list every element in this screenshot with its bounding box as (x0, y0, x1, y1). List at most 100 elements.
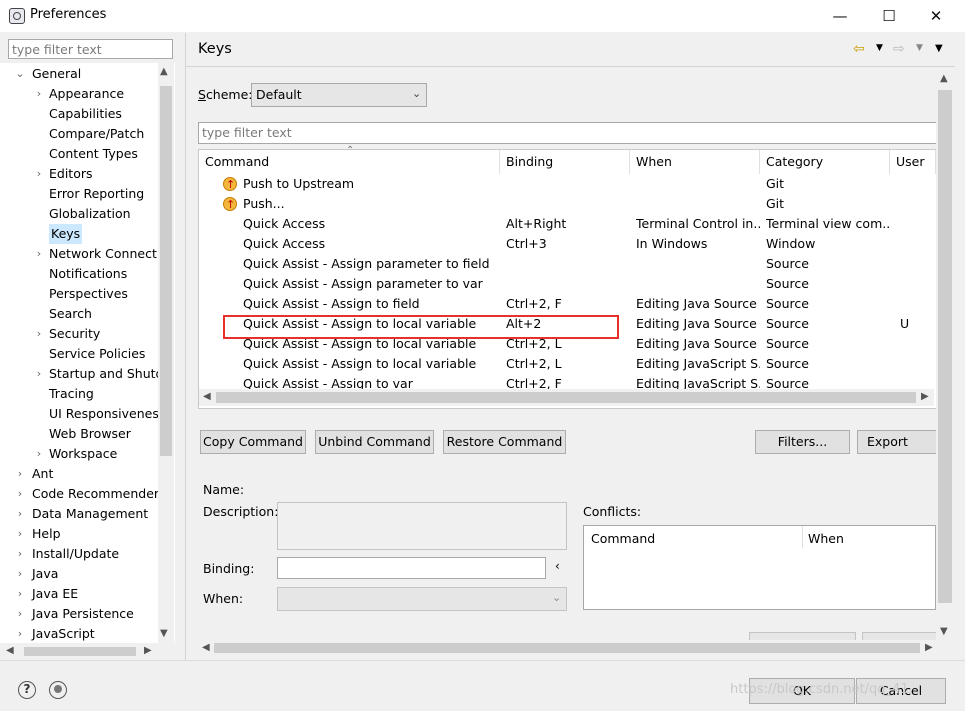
column-header-user[interactable]: User (890, 150, 936, 174)
tree-item[interactable]: Workspace (49, 444, 117, 464)
tree-item[interactable]: Keys (49, 224, 83, 244)
binding-input[interactable] (277, 557, 546, 579)
table-scroll-right-icon[interactable]: ▶ (921, 391, 929, 402)
table-row[interactable]: Quick Access Ctrl+3 In Windows Window (199, 234, 936, 254)
back-arrow-icon[interactable]: ⇦ (853, 41, 865, 57)
collapse-arrow-icon[interactable]: › (33, 84, 45, 104)
tree-item[interactable]: Content Types (49, 144, 138, 164)
unbind-command-button[interactable]: Unbind Command (315, 430, 434, 454)
collapse-arrow-icon[interactable]: › (33, 324, 45, 344)
table-row[interactable]: Quick Access Alt+Right Terminal Control in… (199, 214, 936, 234)
tree-item[interactable]: UI Responsivenes (49, 404, 159, 424)
collapse-arrow-icon[interactable]: › (14, 484, 26, 504)
tree-item[interactable]: Compare/Patch (49, 124, 144, 144)
copy-command-button[interactable]: Copy Command (200, 430, 306, 454)
tree-item[interactable]: Network Connecti (49, 244, 160, 264)
page-hscroll-thumb[interactable] (214, 643, 920, 653)
maximize-button[interactable]: ☐ (879, 6, 899, 26)
column-header-when[interactable]: When (630, 150, 760, 174)
collapse-arrow-icon[interactable]: › (33, 164, 45, 184)
tree-item[interactable]: Ant (32, 464, 53, 484)
collapse-arrow-icon[interactable]: › (33, 244, 45, 264)
page-vscroll-thumb[interactable] (938, 90, 952, 603)
cell-category: Source (766, 256, 809, 271)
chevron-down-icon: ⌄ (552, 591, 562, 604)
tree-item[interactable]: JavaScript (32, 624, 95, 644)
collapse-arrow-icon[interactable]: › (14, 464, 26, 484)
tree-item[interactable]: Startup and Shutd (49, 364, 163, 384)
name-label: Name: (203, 482, 245, 497)
tree-item[interactable]: Notifications (49, 264, 127, 284)
collapse-arrow-icon[interactable]: › (14, 564, 26, 584)
help-icon[interactable]: ? (18, 681, 36, 699)
title-bar: Preferences — ☐ ✕ (0, 0, 965, 32)
tree-item[interactable]: Security (49, 324, 100, 344)
collapse-arrow-icon[interactable]: › (14, 544, 26, 564)
cell-when: In Windows (636, 236, 708, 251)
scroll-right-icon[interactable]: ▶ (144, 645, 152, 656)
tree-item[interactable]: General (32, 64, 81, 84)
table-row[interactable]: Push... Git (199, 194, 936, 215)
tree-scroll-thumb[interactable] (160, 86, 172, 456)
scroll-up-icon[interactable]: ▲ (160, 66, 168, 77)
tree-item[interactable]: Perspectives (49, 284, 128, 304)
back-dropdown-icon[interactable]: ▼ (876, 43, 883, 53)
collapse-arrow-icon[interactable]: › (14, 624, 26, 644)
tree-item[interactable]: Appearance (49, 84, 124, 104)
forward-arrow-icon[interactable]: ⇨ (893, 41, 905, 57)
tree-item[interactable]: Data Management (32, 504, 148, 524)
view-menu-icon[interactable]: ▼ (935, 43, 943, 54)
filters-button[interactable]: Filters... (755, 430, 850, 454)
table-row[interactable]: Quick Assist - Assign to field Ctrl+2, F E… (199, 294, 936, 314)
export-csv-button[interactable]: Export CSV... (857, 430, 937, 454)
restore-command-button[interactable]: Restore Command (443, 430, 566, 454)
tree-filter-input[interactable]: type filter text (8, 39, 173, 59)
collapse-arrow-icon[interactable]: › (14, 604, 26, 624)
tree-item[interactable]: Capabilities (49, 104, 122, 124)
page-scroll-down-icon[interactable]: ▼ (940, 626, 948, 637)
record-icon[interactable] (49, 681, 67, 699)
close-button[interactable]: ✕ (926, 6, 946, 26)
tree-item[interactable]: Java EE (32, 584, 78, 604)
scroll-left-icon[interactable]: ◀ (6, 645, 14, 656)
page-scroll-up-icon[interactable]: ▲ (940, 73, 948, 84)
tree-item[interactable]: Code Recommenders (32, 484, 166, 504)
table-row[interactable]: Push to Upstream Git (199, 174, 936, 195)
scheme-select[interactable]: Default ⌄ (251, 83, 427, 107)
collapse-arrow-icon[interactable]: › (14, 584, 26, 604)
tree-item[interactable]: Service Policies (49, 344, 145, 364)
collapse-arrow-icon[interactable]: › (14, 504, 26, 524)
collapse-arrow-icon[interactable]: › (33, 444, 45, 464)
table-row[interactable]: Quick Assist - Assign parameter to var So… (199, 274, 936, 294)
tree-item[interactable]: Error Reporting (49, 184, 144, 204)
tree-item[interactable]: Tracing (49, 384, 94, 404)
tree-item[interactable]: Search (49, 304, 92, 324)
table-row[interactable]: Quick Assist - Assign to local variable C… (199, 354, 936, 374)
page-scroll-left-icon[interactable]: ◀ (202, 642, 210, 653)
column-header-binding[interactable]: Binding (500, 150, 630, 174)
table-hscroll-thumb[interactable] (216, 392, 916, 403)
tree-item[interactable]: Java (32, 564, 58, 584)
cell-binding: Ctrl+2, F (506, 296, 562, 311)
binding-chevron-icon[interactable]: ‹ (555, 559, 560, 573)
tree-item[interactable]: Install/Update (32, 544, 119, 564)
tree-hscroll-thumb[interactable] (24, 647, 136, 656)
tree-item[interactable]: Java Persistence (32, 604, 134, 624)
column-header-category[interactable]: Category (760, 150, 890, 174)
tree-item[interactable]: Web Browser (49, 424, 131, 444)
when-select[interactable]: ⌄ (277, 587, 567, 611)
keys-filter-input[interactable]: type filter text (198, 122, 938, 144)
scroll-down-icon[interactable]: ▼ (160, 628, 168, 639)
expand-arrow-icon[interactable]: ⌄ (14, 64, 26, 84)
preferences-app-icon (9, 8, 25, 24)
tree-item[interactable]: Globalization (49, 204, 131, 224)
tree-item[interactable]: Help (32, 524, 61, 544)
table-row[interactable]: Quick Assist - Assign parameter to field… (199, 254, 936, 274)
minimize-button[interactable]: — (830, 6, 850, 26)
page-scroll-right-icon[interactable]: ▶ (925, 642, 933, 653)
collapse-arrow-icon[interactable]: › (14, 524, 26, 544)
collapse-arrow-icon[interactable]: › (33, 364, 45, 384)
table-scroll-left-icon[interactable]: ◀ (203, 391, 211, 402)
forward-dropdown-icon[interactable]: ▼ (916, 43, 923, 53)
tree-item[interactable]: Editors (49, 164, 93, 184)
